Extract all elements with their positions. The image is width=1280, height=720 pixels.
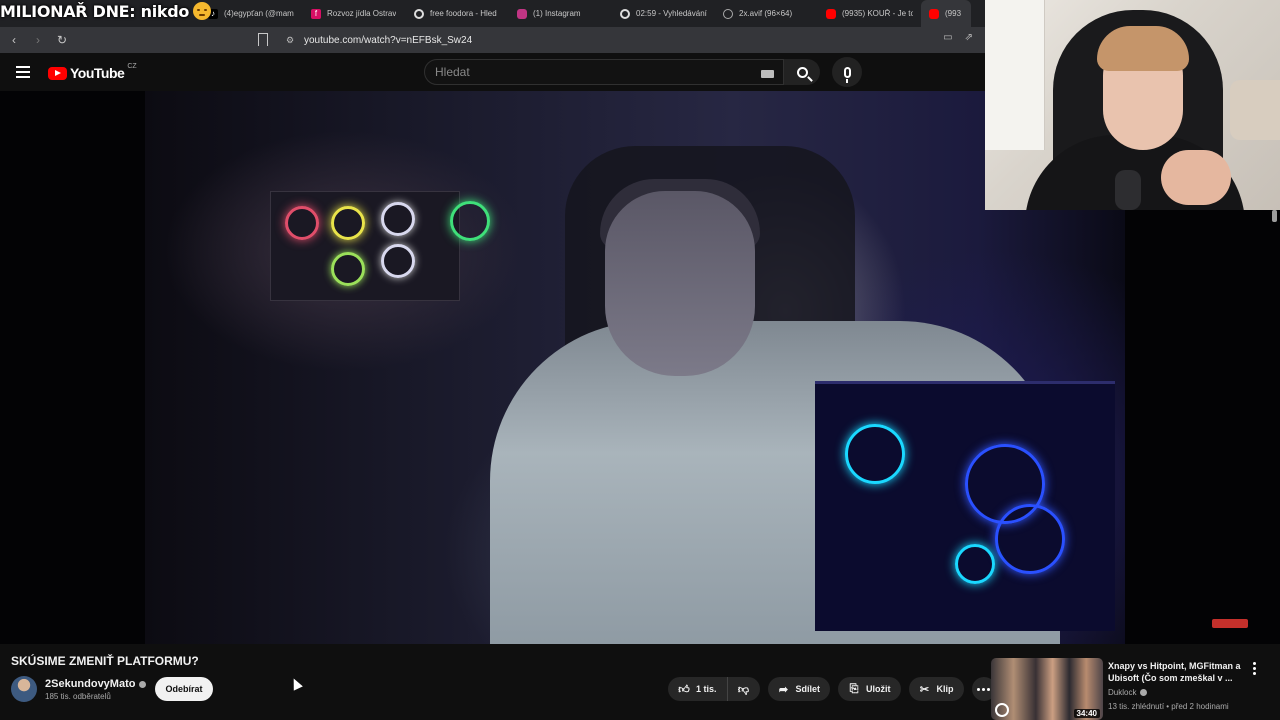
bookmark-icon[interactable] xyxy=(258,33,268,46)
tab-label: 02:59 - Vyhledávání xyxy=(636,9,707,18)
search-input[interactable]: Hledat xyxy=(424,59,784,85)
chevron-left-icon: ‹ xyxy=(12,33,16,47)
youtube-logo-text: YouTube xyxy=(70,65,125,81)
tab-label: (9935) KOUŘ - Je to xyxy=(842,9,913,18)
scrollbar-thumb[interactable] xyxy=(1272,210,1277,222)
clip-label: Klip xyxy=(936,684,954,694)
browser-tab[interactable]: 2x.avif (96×64) xyxy=(715,0,818,27)
clip-button[interactable]: ✂ Klip xyxy=(908,677,964,701)
browser-tab[interactable]: (9935) KOUŘ - Je to xyxy=(818,0,921,27)
thumbs-up-icon: 👍︎ xyxy=(678,683,690,696)
recommended-thumbnail[interactable]: 34:40 xyxy=(991,658,1103,720)
channel-name[interactable]: 2SekundovyMato xyxy=(45,678,135,690)
browser-tab-active[interactable]: (993 xyxy=(921,0,971,27)
country-code: CZ xyxy=(127,62,137,70)
subscribe-watermark[interactable] xyxy=(1212,619,1248,628)
youtube-logo[interactable]: YouTube CZ xyxy=(48,62,137,81)
search-icon xyxy=(796,66,808,78)
subscriber-count: 185 tis. odběratelů xyxy=(45,692,111,701)
back-button[interactable]: ‹ xyxy=(4,30,24,50)
channel-name-link[interactable]: 2SekundovyMato xyxy=(45,678,147,690)
globe-icon xyxy=(723,8,733,19)
browser-toolbar: ‹ › ↻ ⚙ youtube.com/watch?v=nEFBsk_Sw24 … xyxy=(0,27,985,53)
address-bar[interactable]: ⚙ youtube.com/watch?v=nEFBsk_Sw24 xyxy=(280,30,980,50)
mouse-cursor-icon xyxy=(289,676,303,691)
share-button[interactable]: ➦ Sdílet xyxy=(767,677,831,701)
keyboard-icon[interactable] xyxy=(761,70,774,78)
instagram-icon xyxy=(517,8,527,19)
reload-icon: ↻ xyxy=(56,33,68,47)
person-head-image xyxy=(605,191,755,376)
site-info-icon[interactable]: ⚙ xyxy=(286,35,296,45)
browser-tab[interactable]: (1) Instagram xyxy=(509,0,612,27)
neon-pc-image xyxy=(815,381,1115,631)
subscribe-button[interactable]: Odebírat xyxy=(155,677,213,701)
tab-label: 2x.avif (96×64) xyxy=(739,9,793,18)
share-label: Sdílet xyxy=(795,684,821,694)
webcam-overlay xyxy=(985,0,1280,210)
video-info-section: SKÚSIME ZMENIŤ PLATFORMU? 2SekundovyMato… xyxy=(0,644,1280,720)
microphone-icon xyxy=(843,66,851,83)
google-icon xyxy=(620,8,630,19)
verified-icon xyxy=(139,680,147,688)
verified-icon xyxy=(1140,689,1148,696)
recommended-video[interactable]: 34:40 Xnapy vs Hitpoint, MGFitman a Ubis… xyxy=(991,658,1271,720)
tab-label: Rozvoz jídla Ostrav xyxy=(327,9,397,18)
video-duration: 34:40 xyxy=(1073,709,1100,718)
avatar[interactable] xyxy=(11,676,37,702)
menu-icon[interactable] xyxy=(16,66,30,78)
bookmark-outline-icon: ⎘ xyxy=(849,682,859,695)
google-icon xyxy=(414,8,424,19)
overlay-title-text: MILIONAŘ DNE: nikdo xyxy=(0,1,190,21)
share-page-icon[interactable]: ⇗ xyxy=(965,32,973,43)
scissors-icon: ✂ xyxy=(919,683,930,696)
browser-tab[interactable]: 02:59 - Vyhledávání xyxy=(612,0,715,27)
recommended-channel[interactable]: Duklock xyxy=(1108,688,1136,697)
share-icon: ➦ xyxy=(778,683,789,696)
youtube-icon xyxy=(826,8,836,19)
dislike-button[interactable]: 👎︎ xyxy=(727,677,760,701)
search-placeholder: Hledat xyxy=(435,65,470,79)
browser-tab[interactable]: ♪ (4)egypťan (@mam xyxy=(200,0,303,27)
youtube-play-icon xyxy=(48,66,67,80)
tab-label: (993 xyxy=(945,9,962,18)
foodora-icon: f xyxy=(311,8,321,19)
like-dislike-group: 👍︎ 1 tis. 👎︎ xyxy=(668,677,760,701)
recommended-channel-link[interactable]: Duklock xyxy=(1108,688,1148,697)
thumbs-down-icon: 👎︎ xyxy=(737,683,750,696)
forward-button[interactable]: › xyxy=(28,30,48,50)
recommended-meta: 13 tis. zhlédnutí • před 2 hodinami xyxy=(1108,702,1229,711)
tab-label: (4)egypťan (@mam xyxy=(224,9,294,18)
kebab-menu-icon[interactable] xyxy=(1253,662,1256,675)
reload-button[interactable]: ↻ xyxy=(52,30,72,50)
address-bar-actions: ▭ ⇗ xyxy=(943,32,973,43)
like-button[interactable]: 👍︎ 1 tis. xyxy=(668,677,728,701)
stream-overlay-title: MILIONAŘ DNE: nikdo xyxy=(0,0,212,22)
tab-label: (1) Instagram xyxy=(533,9,581,18)
tab-label: free foodora - Hled xyxy=(430,9,497,18)
save-button[interactable]: ⎘ Uložit xyxy=(838,677,901,701)
like-count: 1 tis. xyxy=(696,684,717,694)
cast-icon[interactable]: ▭ xyxy=(943,32,952,43)
pensive-emoji-icon xyxy=(193,2,212,20)
url-text[interactable]: youtube.com/watch?v=nEFBsk_Sw24 xyxy=(304,35,472,46)
search-button[interactable] xyxy=(784,59,820,85)
voice-search-button[interactable] xyxy=(832,57,862,87)
recommended-title[interactable]: Xnapy vs Hitpoint, MGFitman a Ubisoft (Č… xyxy=(1108,660,1258,684)
pc-case-image xyxy=(270,191,460,301)
save-label: Uložit xyxy=(866,684,891,694)
chevron-right-icon: › xyxy=(36,33,40,47)
youtube-masthead: YouTube CZ Hledat xyxy=(0,53,985,91)
video-actions: 👍︎ 1 tis. 👎︎ ➦ Sdílet ⎘ Uložit ✂ Klip xyxy=(668,677,996,701)
browser-tab[interactable]: free foodora - Hled xyxy=(406,0,509,27)
video-title: SKÚSIME ZMENIŤ PLATFORMU? xyxy=(11,654,199,668)
youtube-icon xyxy=(929,8,939,19)
ubisoft-logo-icon xyxy=(995,703,1009,717)
browser-tab[interactable]: f Rozvoz jídla Ostrav xyxy=(303,0,406,27)
video-frame[interactable] xyxy=(145,91,1125,644)
